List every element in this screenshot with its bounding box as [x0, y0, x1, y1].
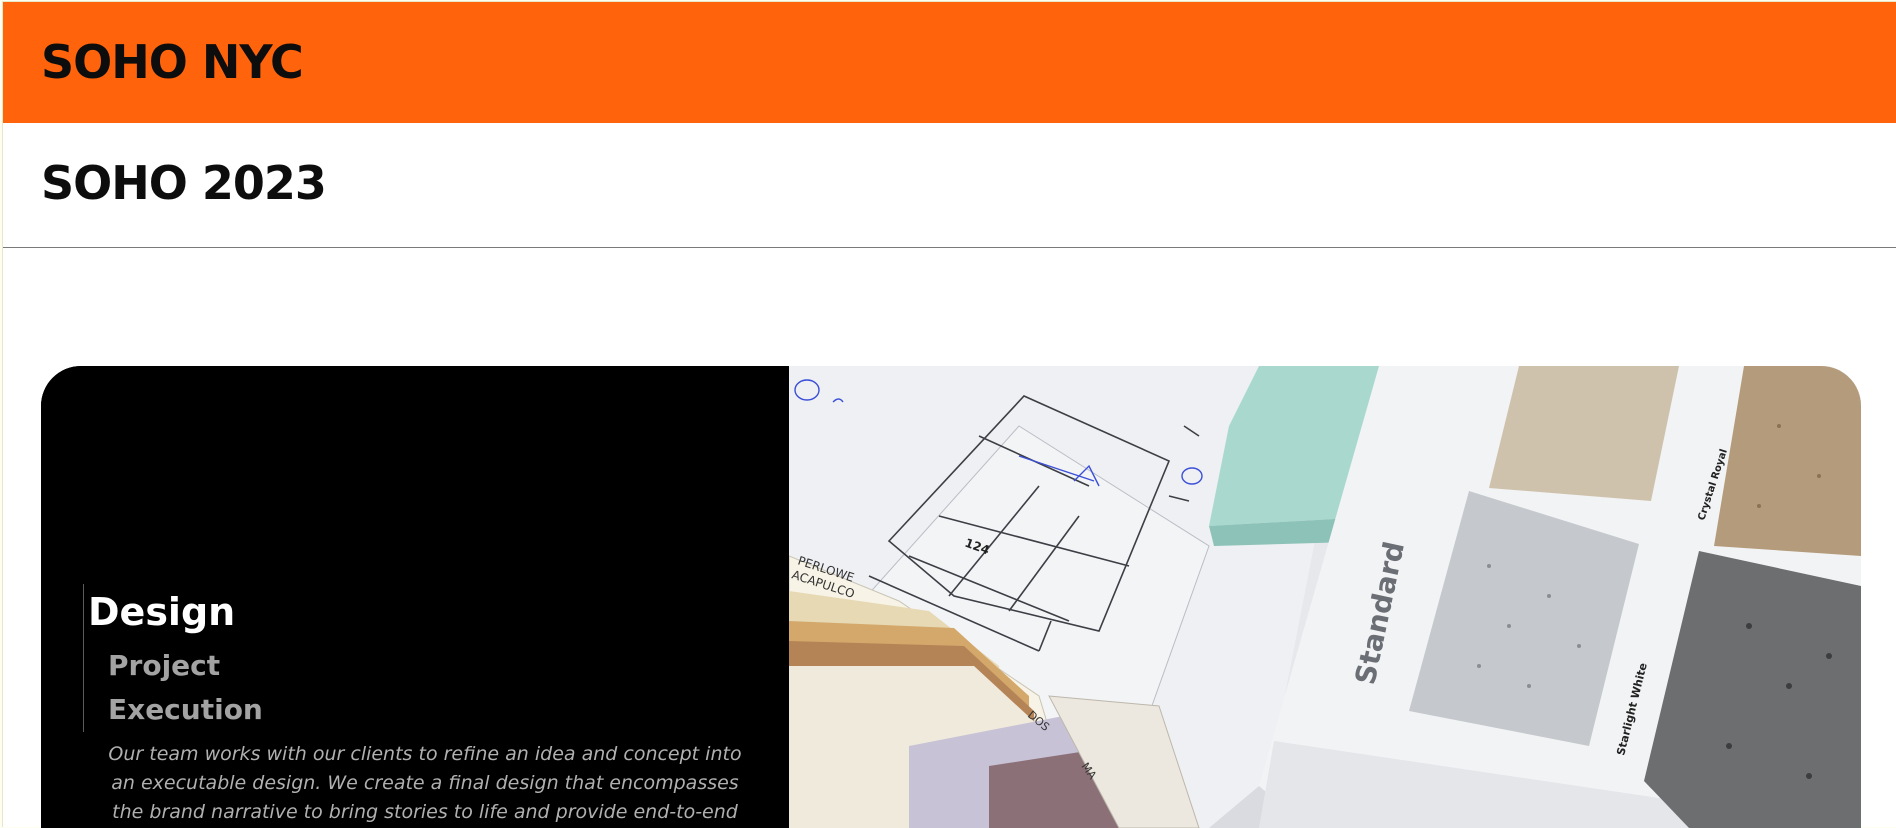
page-frame: SOHO NYC SOHO 2023 Design Project Execut…	[2, 1, 1896, 828]
hero-description: Our team works with our clients to refin…	[108, 743, 742, 823]
hero-section: Design Project Execution Our team works …	[41, 366, 1861, 828]
tab-project[interactable]: Project	[108, 646, 220, 686]
page-header: SOHO 2023	[3, 123, 1896, 248]
hero-tab-list: Design Project Execution	[83, 584, 263, 732]
hero-image: 124 PERLOWE ACAPULCO DOS MA Standard Cry…	[789, 366, 1861, 828]
hero-text-panel: Design Project Execution Our team works …	[41, 366, 789, 828]
top-bar: SOHO NYC	[3, 2, 1896, 123]
page-title: SOHO 2023	[41, 156, 327, 210]
tab-execution[interactable]: Execution	[108, 690, 263, 730]
brand-logo[interactable]: SOHO NYC	[41, 35, 304, 89]
tab-design[interactable]: Design	[88, 588, 235, 636]
